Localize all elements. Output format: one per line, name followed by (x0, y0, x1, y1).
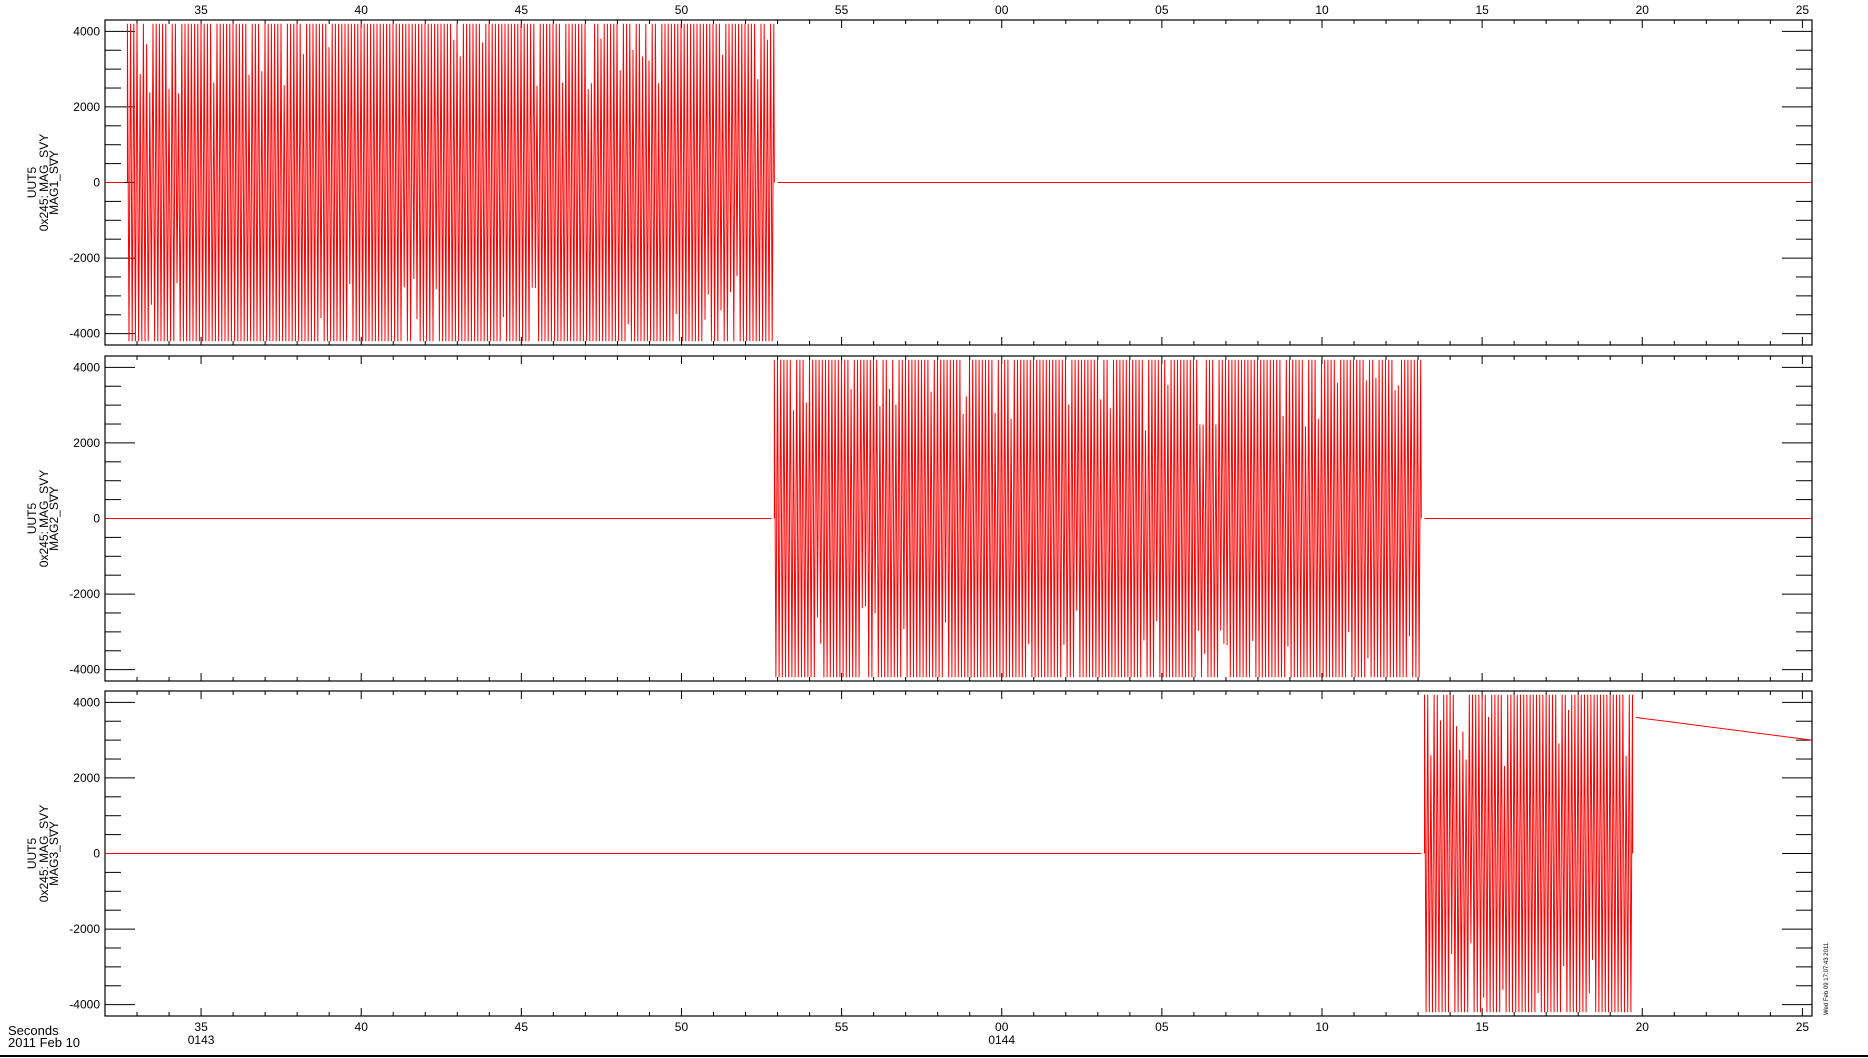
x-tick-label-bottom: 50 (675, 1020, 689, 1034)
magnetometer-plot: 400020000-2000-4000UUT50x245: MAG_SVYMAG… (0, 3, 1868, 1057)
x-tick-label-bottom: 10 (1315, 1020, 1329, 1034)
panel-3: 400020000-2000-4000UUT50x245: MAG_SVYMAG… (25, 690, 1813, 1047)
y-tick-label: 4000 (73, 360, 100, 374)
y-tick-label: 4000 (73, 695, 100, 709)
timestamp-label: Wed Feb 09 17:07:43 2011 (1824, 942, 1830, 1015)
y-tick-label: -2000 (69, 587, 100, 601)
x-tick-label-bottom: 25 (1796, 1020, 1810, 1034)
x-tick-label-bottom: 00 (995, 1020, 1009, 1034)
y-tick-label: -4000 (69, 998, 100, 1012)
y-tick-label: -4000 (69, 327, 100, 341)
trace-line (105, 694, 1813, 1013)
x-tick-label-bottom: 35 (194, 1020, 208, 1034)
panel-1: 400020000-2000-4000UUT50x245: MAG_SVYMAG… (25, 3, 1813, 346)
x-tick-label-top: 20 (1636, 3, 1650, 17)
x-tick-label-top: 50 (675, 3, 689, 17)
x-tick-label-bottom: 45 (515, 1020, 529, 1034)
x-tick-label-bottom: 40 (355, 1020, 369, 1034)
y-tick-label: 0 (93, 176, 100, 190)
x-tick-label-top: 25 (1796, 3, 1810, 17)
x-tick-label-top: 00 (995, 3, 1009, 17)
y-tick-label: 4000 (73, 24, 100, 38)
x-minute-label: 0143 (188, 1033, 215, 1047)
trace-line (105, 23, 1812, 342)
x-minute-label: 0144 (988, 1033, 1015, 1047)
x-tick-label-top: 55 (835, 3, 849, 17)
x-tick-label-bottom: 15 (1475, 1020, 1489, 1034)
x-tick-label-top: 35 (194, 3, 208, 17)
y-axis-label: MAG3_SVY (47, 821, 61, 886)
x-tick-label-top: 05 (1155, 3, 1169, 17)
trace-line (105, 359, 1812, 678)
y-tick-label: 0 (93, 847, 100, 861)
x-tick-label-top: 40 (355, 3, 369, 17)
x-tick-label-top: 10 (1315, 3, 1329, 17)
y-axis-label: MAG2_SVY (47, 486, 61, 551)
x-tick-label-bottom: 55 (835, 1020, 849, 1034)
y-axis-label: MAG1_SVY (47, 150, 61, 215)
panel-2: 400020000-2000-4000UUT50x245: MAG_SVYMAG… (25, 355, 1813, 682)
x-tick-label-bottom: 05 (1155, 1020, 1169, 1034)
y-tick-label: -2000 (69, 922, 100, 936)
y-tick-label: -4000 (69, 663, 100, 677)
date-label: 2011 Feb 10 (8, 1035, 80, 1050)
y-tick-label: 2000 (73, 100, 100, 114)
x-tick-label-bottom: 20 (1636, 1020, 1650, 1034)
x-tick-label-top: 15 (1475, 3, 1489, 17)
y-tick-label: -2000 (69, 251, 100, 265)
y-tick-label: 2000 (73, 436, 100, 450)
y-tick-label: 2000 (73, 771, 100, 785)
x-tick-label-top: 45 (515, 3, 529, 17)
y-tick-label: 0 (93, 512, 100, 526)
